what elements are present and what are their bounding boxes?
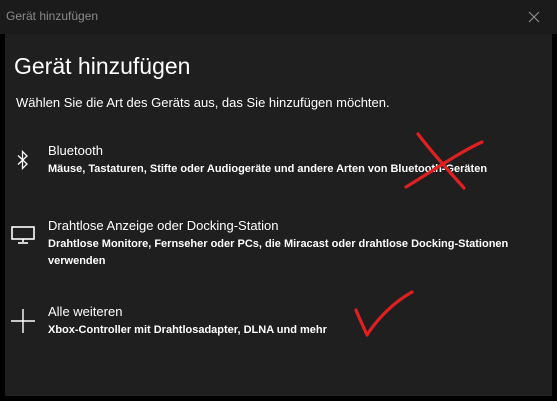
option-description: Drahtlose Monitore, Fernseher oder PCs, …	[48, 238, 509, 267]
page-subtitle: Wählen Sie die Art des Geräts aus, das S…	[16, 95, 390, 110]
title-bar[interactable]: Gerät hinzufügen	[0, 0, 557, 34]
monitor-icon	[10, 222, 36, 248]
option-description: Mäuse, Tastaturen, Stifte oder Audiogerä…	[48, 163, 488, 175]
option-bluetooth[interactable]: Bluetooth Mäuse, Tastaturen, Stifte oder…	[5, 143, 552, 191]
option-everything-else[interactable]: Alle weiteren Xbox-Controller mit Drahtl…	[5, 304, 552, 344]
close-icon	[528, 11, 540, 23]
add-device-window: Gerät hinzufügen Gerät hinzufügen Wählen…	[0, 0, 557, 401]
option-title: Alle weiteren	[48, 304, 123, 319]
bluetooth-icon	[10, 147, 36, 173]
option-title: Drahtlose Anzeige oder Docking-Station	[48, 218, 279, 233]
option-title: Bluetooth	[48, 143, 103, 158]
page-title: Gerät hinzufügen	[14, 53, 191, 79]
window-title: Gerät hinzufügen	[6, 9, 99, 23]
option-description: Xbox-Controller mit Drahtlosadapter, DLN…	[48, 324, 327, 336]
plus-icon	[10, 308, 36, 334]
close-button[interactable]	[511, 0, 557, 34]
option-wireless-display[interactable]: Drahtlose Anzeige oder Docking-Station D…	[5, 218, 552, 270]
dialog-content: Gerät hinzufügen Wählen Sie die Art des …	[5, 34, 552, 396]
